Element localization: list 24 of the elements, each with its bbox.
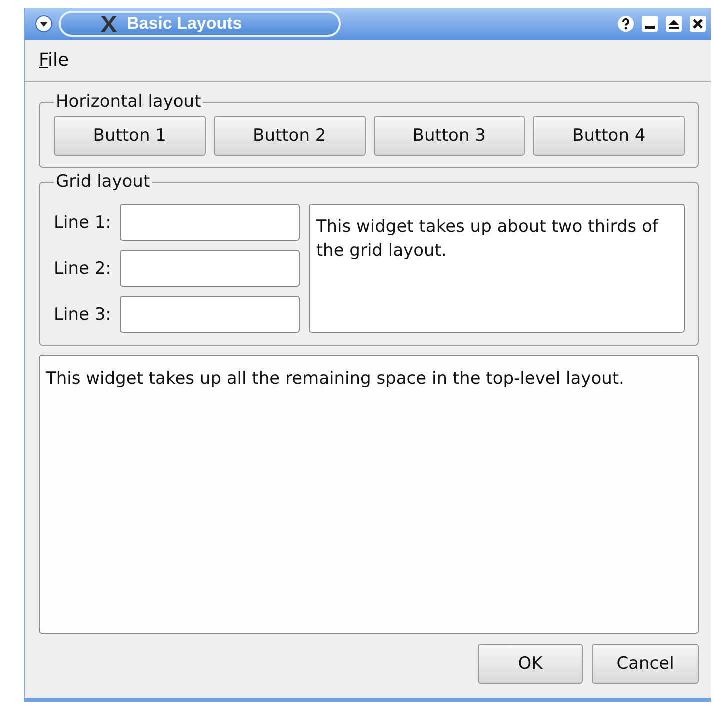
menu-item[interactable]: File bbox=[39, 50, 70, 71]
push-button[interactable]: Button 1 bbox=[54, 116, 206, 156]
input-field[interactable] bbox=[120, 250, 300, 287]
window-title: Basic Layouts bbox=[127, 14, 242, 34]
input-field[interactable] bbox=[120, 204, 300, 241]
dialog-button[interactable]: Cancel bbox=[592, 644, 699, 684]
group-title: Horizontal layout bbox=[55, 92, 202, 112]
push-button[interactable]: Button 3 bbox=[374, 116, 526, 156]
push-button[interactable]: Button 4 bbox=[533, 116, 685, 156]
text-edit[interactable]: This widget takes up all the remaining space in the top-level layout. bbox=[39, 355, 699, 634]
group-title: Grid layout bbox=[55, 172, 152, 192]
push-button[interactable]: Button 2 bbox=[214, 116, 366, 156]
field-label: Line 3: bbox=[54, 304, 112, 324]
dialog-button[interactable]: OK bbox=[478, 644, 583, 684]
field-label: Line 2: bbox=[54, 258, 112, 278]
maximize-icon[interactable] bbox=[665, 15, 683, 33]
field-label: Line 1: bbox=[54, 212, 112, 232]
window-menu-icon[interactable] bbox=[35, 15, 53, 33]
close-icon[interactable] bbox=[689, 15, 707, 33]
input-field[interactable] bbox=[120, 296, 300, 333]
help-icon[interactable] bbox=[617, 15, 635, 33]
minimize-icon[interactable] bbox=[641, 15, 659, 33]
text-edit[interactable]: This widget takes up about two thirds of the grid layout. bbox=[309, 204, 685, 333]
x-logo-icon bbox=[99, 15, 119, 33]
